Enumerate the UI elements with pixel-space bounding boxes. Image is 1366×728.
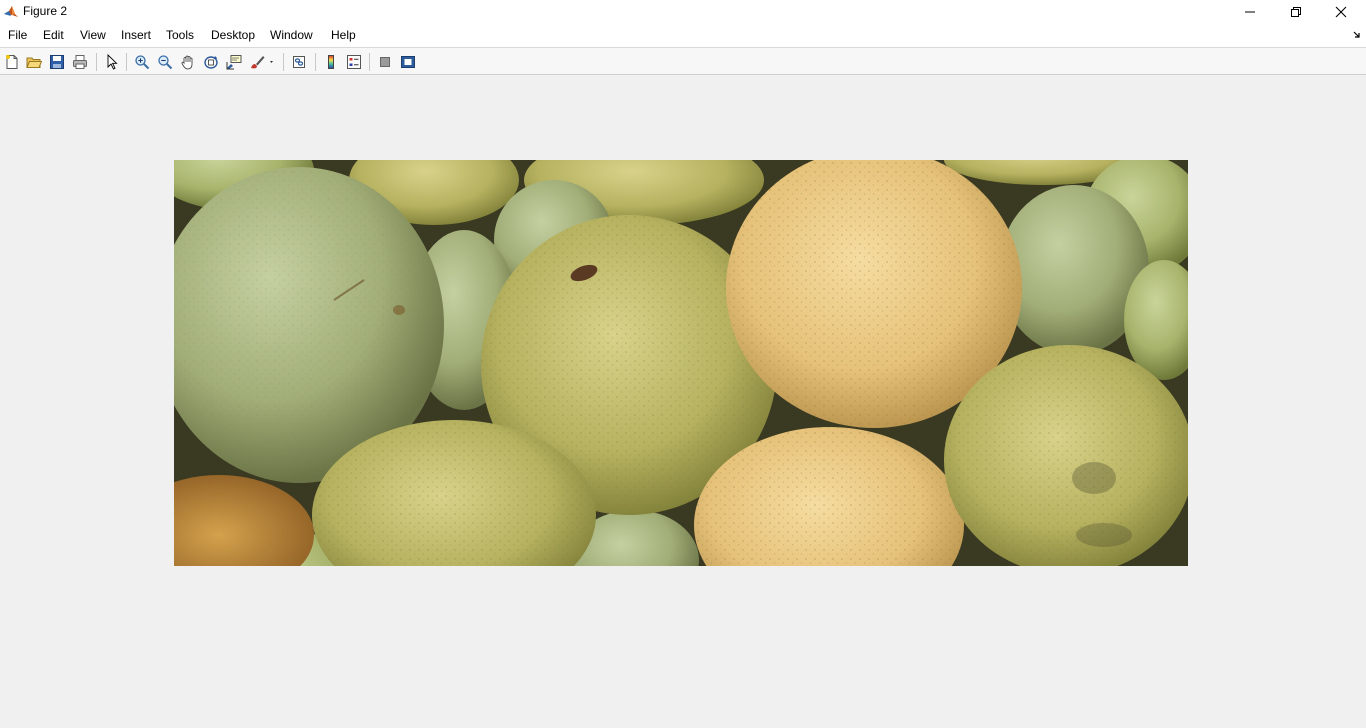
new-figure-icon [6,55,18,69]
matlab-logo-icon [4,6,18,17]
new-figure-button[interactable] [3,53,21,71]
close-icon [1335,6,1347,18]
rotate-3d-icon [204,56,218,69]
hide-plot-tools-icon [380,57,390,67]
print-figure-icon [73,55,87,69]
zoom-out-icon [158,55,173,70]
figure-canvas [0,75,1366,728]
restore-icon [1291,7,1301,17]
open-file-icon [26,57,42,68]
insert-colorbar-icon [328,55,334,69]
rotate-3d-button[interactable] [202,53,220,71]
dock-arrow-icon[interactable] [1353,30,1362,39]
zoom-in-icon [135,55,150,70]
brush-button[interactable] [249,53,277,71]
toolbar-separator [96,53,97,71]
figure-toolbar [0,47,1366,75]
data-cursor-button[interactable] [225,53,243,71]
fruit-image[interactable] [174,160,1188,566]
menu-tools[interactable]: Tools [166,28,194,42]
insert-legend-button[interactable] [345,53,363,71]
toolbar-separator [126,53,127,71]
minimize-button[interactable] [1227,0,1273,24]
link-plot-icon [293,56,305,68]
pan-button[interactable] [179,53,197,71]
restore-button[interactable] [1273,0,1319,24]
data-cursor-icon [226,55,242,70]
zoom-out-button[interactable] [156,53,174,71]
edit-plot-icon [107,54,118,70]
minimize-icon [1245,11,1255,13]
insert-legend-icon [347,55,361,69]
show-plot-tools-icon [401,56,415,68]
zoom-in-button[interactable] [133,53,151,71]
edit-plot-button[interactable] [103,53,121,71]
close-button[interactable] [1318,0,1364,24]
save-figure-button[interactable] [48,53,66,71]
open-file-button[interactable] [25,53,43,71]
show-plot-tools-button[interactable] [399,53,417,71]
menu-desktop[interactable]: Desktop [211,28,255,42]
save-figure-icon [50,55,64,69]
menu-insert[interactable]: Insert [121,28,151,42]
insert-colorbar-button[interactable] [322,53,340,71]
window-title: Figure 2 [23,4,68,18]
menu-file[interactable]: File [8,28,27,42]
toolbar-separator [315,53,316,71]
brush-icon [251,56,273,69]
menu-window[interactable]: Window [270,28,313,42]
pan-icon [181,55,193,70]
print-figure-button[interactable] [71,53,89,71]
toolbar-separator [369,53,370,71]
menu-edit[interactable]: Edit [43,28,64,42]
menu-help[interactable]: Help [331,28,356,42]
toolbar-separator [283,53,284,71]
menu-view[interactable]: View [80,28,106,42]
link-plot-button[interactable] [290,53,308,71]
menu-bar: File Edit View Insert Tools Desktop Wind… [0,24,1366,47]
hide-plot-tools-button[interactable] [376,53,394,71]
title-bar: Figure 2 [0,0,1366,24]
